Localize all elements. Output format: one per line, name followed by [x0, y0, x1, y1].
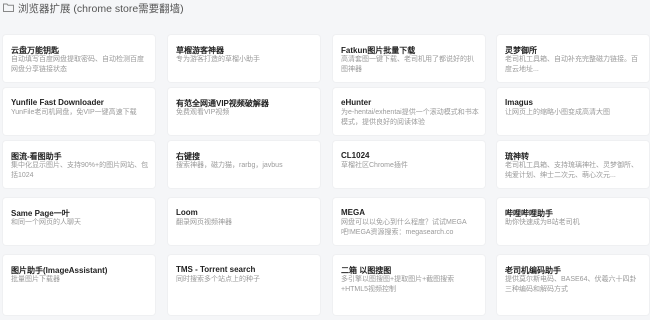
extension-card[interactable]: 图流-看图助手 集中化显示图片、支持90%+的图片网站、包括1024	[3, 141, 155, 188]
extension-name: eHunter	[341, 98, 372, 107]
extension-card[interactable]: Yunfile Fast Downloader YunFile老司机网盘，免VI…	[3, 88, 155, 135]
extension-card[interactable]: Same Page一叶 和同一个网页的人聊天	[3, 198, 155, 245]
extension-card[interactable]: 有范全网通VIP视频破解器 免费观看VIP视频	[168, 88, 320, 135]
extension-description: 网盘可以以免心到什么程度？试试MEGA吧!MEGA资源搜索：megasearch…	[341, 219, 467, 236]
extension-description: 翻录网页视频神器	[176, 219, 232, 226]
extension-description: 助你快速成为B站老司机	[505, 219, 580, 226]
extension-description: 让网页上的缩略小图变成高清大图	[505, 109, 610, 116]
extension-description: 草榴社区Chrome插件	[341, 162, 408, 169]
extension-card[interactable]: 灵梦御所 老司机工具箱、自动补充完整磁力链接。百度云地址...	[497, 35, 649, 82]
section-title: 浏览器扩展 (chrome store需要翻墙)	[18, 3, 184, 15]
extension-name: Imagus	[505, 98, 534, 107]
extension-card[interactable]: 哔哩哔哩助手 助你快速成为B站老司机	[497, 198, 649, 245]
section-header: 浏览器扩展 (chrome store需要翻墙)	[0, 0, 650, 20]
extension-name: TMS - Torrent search	[176, 265, 256, 274]
extension-description: 自动填写百度网盘提取密码、自动检测百度网盘分享链接状态	[11, 56, 144, 73]
extension-card[interactable]: eHunter 为e-hentai/exhentai提供一个滚动模式和书本模式，…	[333, 88, 485, 135]
extension-name: MEGA	[341, 208, 365, 217]
extension-description: 老司机工具箱、支持琉璃神社、灵梦御所、纯爱计划、绅士二次元、萌心次元...	[505, 162, 638, 179]
extension-card[interactable]: 云盘万能钥匙 自动填写百度网盘提取密码、自动检测百度网盘分享链接状态	[3, 35, 155, 82]
extension-card[interactable]: 老司机编码助手 提供莫尔斯电码、BASE64、伏羲六十四卦 三种编码和解码方式	[497, 255, 649, 315]
extension-card[interactable]: 二箱 以图搜图 多引擎以图搜图+提取图片+截图搜索+HTML5视频控制	[333, 255, 485, 315]
extension-description: 为e-hentai/exhentai提供一个滚动模式和书本模式，提供良好的阅读体…	[341, 109, 479, 126]
extension-card[interactable]: CL1024 草榴社区Chrome插件	[333, 141, 485, 188]
extension-description: 和同一个网页的人聊天	[11, 219, 81, 226]
extension-description: 老司机工具箱、自动补充完整磁力链接。百度云地址...	[505, 56, 638, 73]
extension-card[interactable]: TMS - Torrent search 同时搜索多个站点上的种子	[168, 255, 320, 315]
extension-card[interactable]: 右键搜 搜索神器，磁力猫，rarbg，javbus	[168, 141, 320, 188]
extension-name: CL1024	[341, 151, 370, 160]
extension-description: 搜索神器，磁力猫，rarbg，javbus	[176, 162, 283, 169]
extension-description: 同时搜索多个站点上的种子	[176, 276, 260, 283]
extension-card[interactable]: 图片助手(ImageAssistant) 批量图片下载器	[3, 255, 155, 315]
extension-card[interactable]: Fatkun图片批量下载 高清套图一键下载、老司机用了都说好的扒图神器	[333, 35, 485, 82]
folder-icon	[3, 3, 14, 12]
extension-name: Loom	[176, 208, 198, 217]
extension-description: YunFile老司机网盘，免VIP一键高速下载	[11, 109, 137, 116]
extension-description: 多引擎以图搜图+提取图片+截图搜索+HTML5视频控制	[341, 276, 455, 293]
extension-description: 专为游客打造的草榴小助手	[176, 56, 260, 63]
extension-card[interactable]: 琉神转 老司机工具箱、支持琉璃神社、灵梦御所、纯爱计划、绅士二次元、萌心次元..…	[497, 141, 649, 188]
extension-description: 免费观看VIP视频	[176, 109, 230, 116]
extension-card[interactable]: MEGA 网盘可以以免心到什么程度？试试MEGA吧!MEGA资源搜索：megas…	[333, 198, 485, 245]
extension-description: 提供莫尔斯电码、BASE64、伏羲六十四卦 三种编码和解码方式	[505, 276, 637, 293]
extension-description: 批量图片下载器	[11, 276, 60, 283]
extension-name: Yunfile Fast Downloader	[11, 98, 104, 107]
extension-card[interactable]: Loom 翻录网页视频神器	[168, 198, 320, 245]
extension-description: 高清套图一键下载、老司机用了都说好的扒图神器	[341, 56, 474, 73]
extension-card[interactable]: Imagus 让网页上的缩略小图变成高清大图	[497, 88, 649, 135]
extension-description: 集中化显示图片、支持90%+的图片网站、包括1024	[11, 162, 149, 179]
extension-card[interactable]: 草榴游客神器 专为游客打造的草榴小助手	[168, 35, 320, 82]
